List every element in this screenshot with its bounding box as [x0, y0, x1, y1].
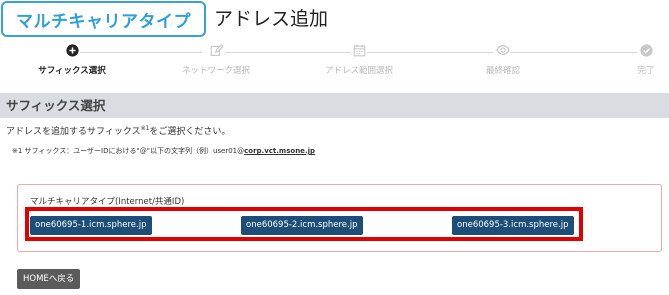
step-label: アドレス範囲選択	[324, 66, 393, 76]
step-label: 完了	[637, 66, 655, 76]
step-address-range: アドレス範囲選択	[294, 42, 424, 76]
check-circle-icon	[638, 42, 654, 58]
step-label: サフィックス選択	[38, 66, 106, 76]
instruction-text: アドレスを追加するサフィックス※1をご選択ください。	[6, 124, 230, 137]
progress-stepper: サフィックス選択 ネットワーク選択 アドレス範囲選択 最終確認 完了	[0, 42, 669, 86]
edit-icon	[208, 42, 224, 58]
step-label: ネットワーク選択	[181, 66, 250, 76]
step-label: 最終確認	[485, 66, 520, 76]
footnote-example-domain: corp.vct.msone.jp	[244, 147, 315, 155]
suffix-button-1[interactable]: one60695-1.icm.sphere.jp	[30, 216, 152, 235]
suffix-button-2[interactable]: one60695-2.icm.sphere.jp	[241, 216, 363, 235]
step-network-select: ネットワーク選択	[151, 42, 281, 76]
eye-icon	[495, 42, 511, 58]
footnote: ※1 サフィックス：ユーザーIDにおける"@"以下の文字列（例）user01@c…	[12, 146, 315, 156]
suffix-button-3[interactable]: one60695-3.icm.sphere.jp	[452, 216, 574, 235]
step-final-confirm: 最終確認	[438, 42, 568, 76]
page-title: アドレス追加	[214, 8, 329, 30]
home-button[interactable]: HOMEへ戻る	[17, 269, 81, 289]
calendar-icon	[351, 42, 367, 58]
step-complete: 完了	[581, 42, 669, 76]
brand-label: マルチキャリアタイプ	[16, 11, 191, 32]
brand-badge: マルチキャリアタイプ	[1, 1, 206, 37]
step-suffix-select: サフィックス選択	[7, 42, 137, 76]
section-header: サフィックス選択	[0, 93, 669, 118]
plus-circle-icon	[64, 42, 80, 58]
instruction-text-main: アドレスを追加するサフィックス	[6, 127, 141, 137]
instruction-text-tail: をご選択ください。	[149, 127, 231, 137]
footnote-text: ※1 サフィックス：ユーザーIDにおける"@"以下の文字列（例）user01@	[12, 147, 245, 155]
panel-title: マルチキャリアタイプ(Internet/共通ID)	[30, 197, 185, 207]
